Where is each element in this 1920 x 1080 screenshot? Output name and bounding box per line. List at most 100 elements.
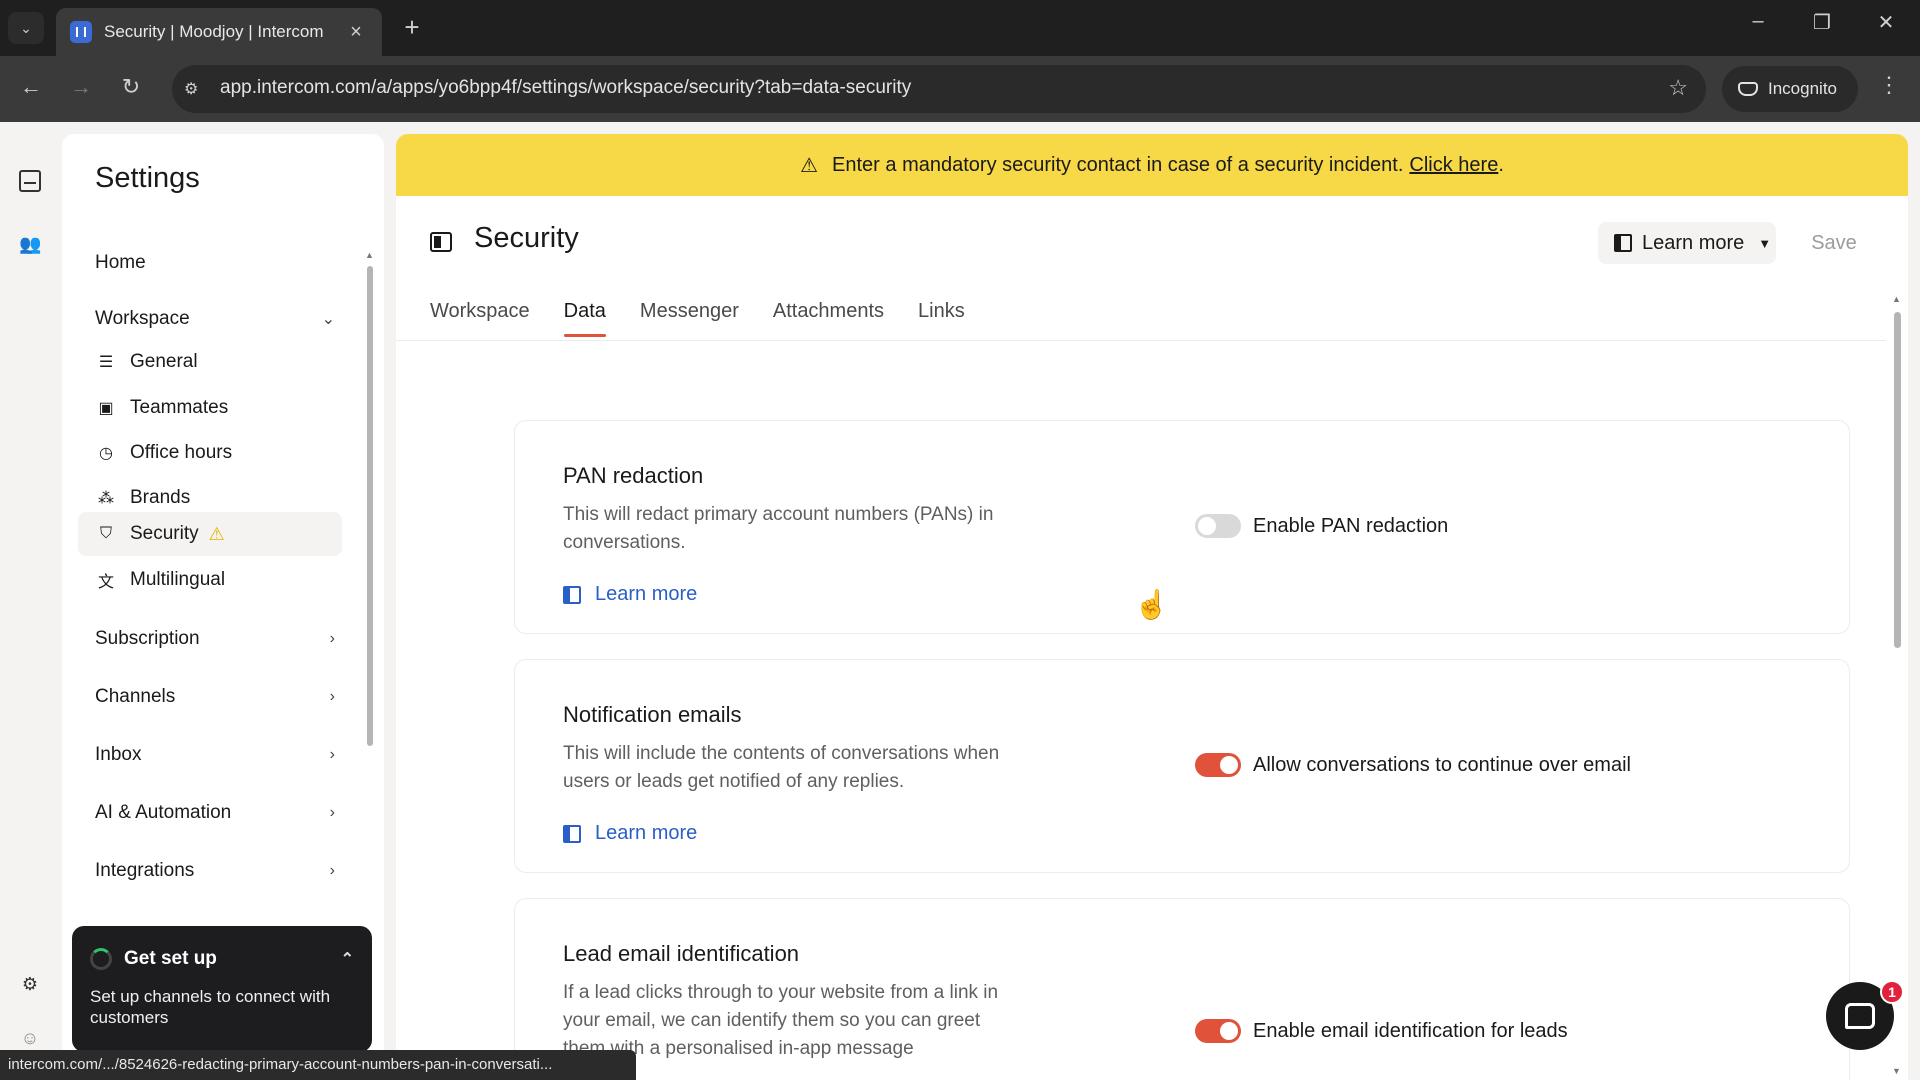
hand-pointer-cursor-icon: ☝ — [1134, 589, 1169, 620]
chat-bubble-icon — [1845, 1003, 1875, 1029]
toggle-label: Allow conversations to continue over ema… — [1253, 753, 1631, 776]
get-set-up-title: Get set up — [124, 948, 217, 969]
chevron-down-icon: ⌄ — [321, 311, 335, 328]
tab-links[interactable]: Links — [918, 300, 965, 337]
pan-redaction-toggle-row[interactable]: Enable PAN redaction — [1195, 514, 1448, 538]
brands-icon: ⁂ — [98, 490, 114, 507]
pan-learn-more-link[interactable]: Learn more — [563, 583, 697, 606]
sidebar-section-workspace[interactable]: Workspace ⌄ — [95, 308, 335, 330]
browser-tab[interactable]: Security | Moodjoy | Intercom × — [56, 8, 382, 56]
lead-identification-toggle-row[interactable]: Enable email identification for leads — [1195, 1019, 1568, 1043]
sidebar-section-channels[interactable]: Channels › — [95, 686, 335, 708]
card-title: Notification emails — [563, 702, 742, 727]
sidebar-toggle-icon[interactable] — [430, 232, 452, 252]
incognito-label: Incognito — [1768, 79, 1837, 98]
sidebar-item-office-hours[interactable]: ◷ Office hours — [78, 431, 342, 475]
new-tab-plus-icon[interactable]: + — [396, 12, 428, 43]
contacts-icon[interactable]: 👥 — [19, 234, 41, 256]
notification-learn-more-link[interactable]: Learn more — [563, 822, 697, 845]
sidebar-section-subscription[interactable]: Subscription › — [95, 628, 335, 650]
progress-ring-icon — [90, 948, 112, 970]
sidebar-item-security[interactable]: ⛉ Security ⚠ — [78, 512, 342, 556]
reload-icon[interactable]: ↻ — [114, 74, 148, 100]
sidebar-item-label: General — [130, 351, 198, 372]
sidebar-item-label: Office hours — [130, 442, 233, 463]
bookmark-star-icon[interactable]: ☆ — [1668, 75, 1688, 101]
scroll-up-icon[interactable]: ▲ — [1892, 294, 1901, 304]
card-description: This will redact primary account numbers… — [563, 504, 994, 553]
warning-icon: ⚠ — [208, 523, 225, 544]
banner-text: Enter a mandatory security contact in ca… — [832, 153, 1404, 176]
security-tabs: Workspace Data Messenger Attachments Lin… — [430, 300, 965, 337]
tab-search-chevron-icon[interactable]: ⌄ — [8, 12, 44, 44]
learn-more-label: Learn more — [595, 583, 698, 605]
browser-menu-icon[interactable]: ⋮ — [1878, 72, 1900, 98]
sidebar-item-general[interactable]: ☰ General — [78, 340, 342, 384]
get-set-up-panel[interactable]: Get set up ⌃ Set up channels to connect … — [72, 926, 372, 1052]
toggle-label: Enable email identification for leads — [1253, 1019, 1568, 1042]
tab-workspace[interactable]: Workspace — [430, 300, 530, 337]
scroll-up-icon[interactable]: ▲ — [365, 250, 374, 260]
chevron-right-icon: › — [329, 746, 335, 763]
settings-gear-icon[interactable]: ⚙ — [19, 974, 41, 996]
chevron-right-icon: › — [329, 688, 335, 705]
caret-down-icon: ▼ — [1758, 235, 1772, 251]
user-avatar-icon[interactable]: ☺ — [19, 1028, 41, 1050]
continue-over-email-toggle[interactable] — [1195, 753, 1241, 777]
main-scrollbar[interactable]: ▲ ▼ — [1890, 294, 1904, 1080]
back-arrow-icon[interactable]: ← — [14, 74, 48, 100]
toggle-label: Enable PAN redaction — [1253, 514, 1449, 537]
minimize-icon[interactable]: – — [1738, 10, 1778, 33]
learn-more-dropdown-button[interactable]: Learn more ▼ — [1598, 222, 1776, 264]
lines-icon: ☰ — [98, 354, 114, 371]
pan-redaction-toggle[interactable] — [1195, 514, 1241, 538]
sidebar-title: Settings — [95, 162, 200, 194]
sidebar-section-integrations[interactable]: Integrations › — [95, 860, 335, 882]
sidebar-section-inbox[interactable]: Inbox › — [95, 744, 335, 766]
sidebar-section-ai-automation[interactable]: AI & Automation › — [95, 802, 335, 824]
scroll-down-icon[interactable]: ▼ — [1892, 1066, 1901, 1076]
sidebar-item-label: Inbox — [95, 744, 142, 765]
save-button[interactable]: Save — [1792, 222, 1876, 264]
sidebar-item-home[interactable]: Home — [95, 252, 335, 274]
email-identification-toggle[interactable] — [1195, 1019, 1241, 1043]
tabs-divider — [396, 340, 1886, 341]
tab-attachments[interactable]: Attachments — [773, 300, 884, 337]
sidebar-item-label: Subscription — [95, 628, 200, 649]
tab-messenger[interactable]: Messenger — [640, 300, 739, 337]
book-icon — [1614, 234, 1632, 252]
settings-sidebar: Settings Home Workspace ⌄ ☰ General ▣ Te… — [62, 134, 384, 1058]
sidebar-item-label: AI & Automation — [95, 802, 232, 823]
tab-close-icon[interactable]: × — [344, 21, 368, 44]
book-icon — [563, 824, 581, 843]
window-close-icon[interactable]: ✕ — [1866, 10, 1906, 35]
sidebar-item-teammates[interactable]: ▣ Teammates — [78, 386, 342, 430]
sidebar-scroll-thumb[interactable] — [367, 266, 373, 746]
chevron-up-icon[interactable]: ⌃ — [341, 949, 354, 969]
sidebar-item-multilingual[interactable]: 文 Multilingual — [78, 558, 342, 602]
incognito-badge[interactable]: Incognito — [1722, 66, 1858, 112]
incognito-icon — [1738, 82, 1758, 96]
notification-emails-toggle-row[interactable]: Allow conversations to continue over ema… — [1195, 753, 1631, 777]
card-title: Lead email identification — [563, 941, 800, 966]
site-settings-icon[interactable]: ⚙ — [184, 79, 198, 99]
banner-click-here-link[interactable]: Click here — [1409, 154, 1498, 177]
person-card-icon: ▣ — [98, 400, 114, 417]
url-text[interactable]: app.intercom.com/a/apps/yo6bpp4f/setting… — [220, 77, 911, 99]
link-status-bar: intercom.com/.../8524626-redacting-prima… — [0, 1050, 636, 1080]
translate-icon: 文 — [97, 574, 114, 591]
sidebar-scrollbar[interactable]: ▲ ▼ — [365, 250, 375, 1044]
sidebar-item-label: Workspace — [95, 308, 190, 329]
tab-data[interactable]: Data — [563, 300, 607, 337]
inbox-icon[interactable] — [19, 170, 41, 192]
forward-arrow-icon[interactable]: → — [64, 74, 98, 100]
intercom-favicon-icon — [70, 21, 92, 43]
page-title: Security — [474, 222, 579, 254]
browser-tab-bar: ⌄ Security | Moodjoy | Intercom × + – ❐ … — [0, 0, 1920, 56]
omnibox[interactable]: ⚙ app.intercom.com/a/apps/yo6bpp4f/setti… — [172, 65, 1706, 113]
sidebar-item-label: Home — [95, 252, 146, 273]
learn-more-label: Learn more — [1642, 231, 1745, 254]
tab-title: Security | Moodjoy | Intercom — [104, 22, 324, 41]
restore-icon[interactable]: ❐ — [1802, 10, 1842, 35]
main-scroll-thumb[interactable] — [1894, 312, 1901, 648]
